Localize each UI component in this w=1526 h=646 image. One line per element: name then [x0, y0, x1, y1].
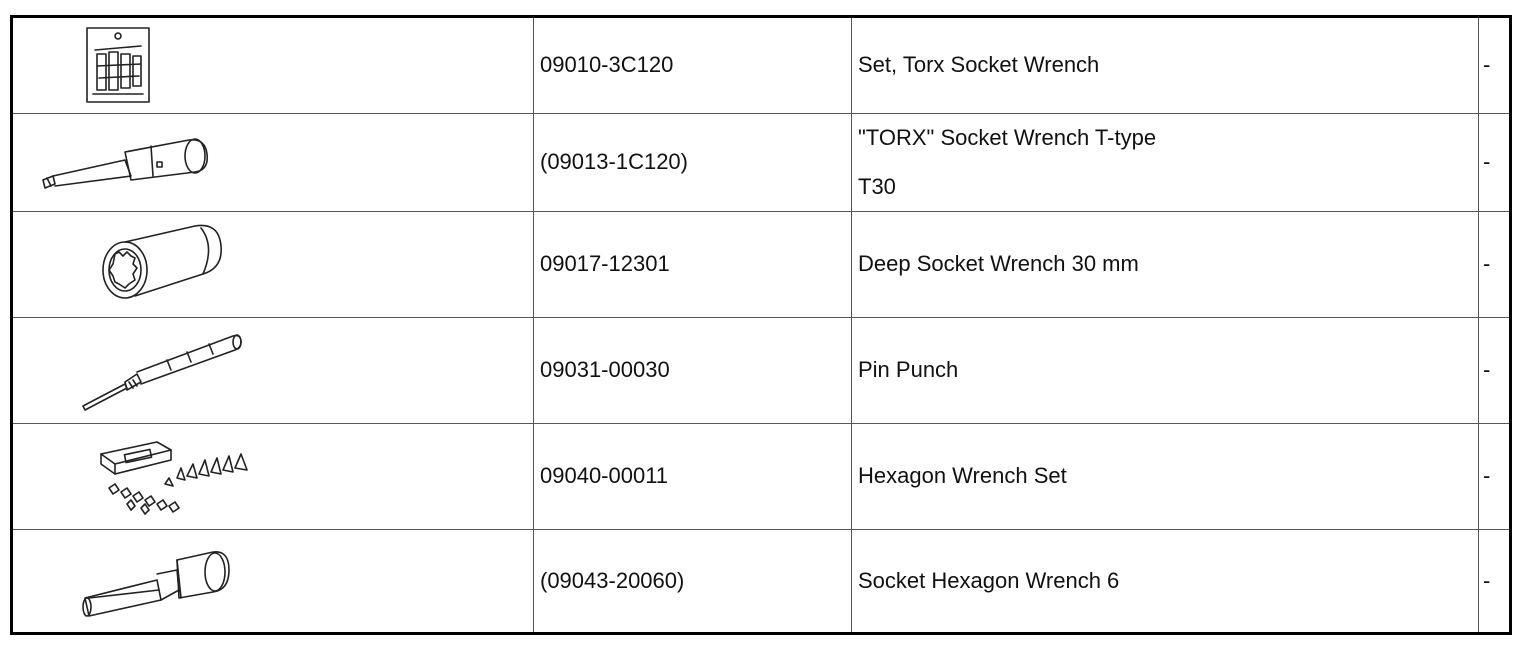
tool-name: Deep Socket Wrench 30 mm [858, 251, 1139, 277]
illustration-cell [13, 212, 534, 317]
tool-name-cell: Deep Socket Wrench 30 mm [852, 212, 1479, 317]
illustration-cell [13, 424, 534, 529]
torx-socket-t-type-icon [42, 138, 209, 189]
table-row: (09043-20060) Socket Hexagon Wrench 6 - [13, 530, 1509, 632]
table-row: 09031-00030 Pin Punch - [13, 318, 1509, 424]
note: - [1483, 52, 1491, 78]
tool-name: Pin Punch [858, 357, 959, 383]
torx-socket-set-icon [86, 27, 150, 103]
note-cell: - [1479, 530, 1509, 632]
special-tools-table: 09010-3C120 Set, Torx Socket Wrench - (0… [10, 15, 1512, 635]
table-row: 09040-00011 Hexagon Wrench Set - [13, 424, 1509, 530]
tool-name-size: T30 [858, 173, 896, 199]
tool-name-cell: Socket Hexagon Wrench 6 [852, 530, 1479, 632]
note: - [1483, 463, 1491, 489]
pin-punch-icon [82, 334, 242, 411]
part-number-cell: 09010-3C120 [534, 18, 852, 113]
socket-hexagon-wrench-icon [82, 551, 230, 617]
part-number: 09040-00011 [540, 463, 669, 489]
note: - [1483, 567, 1491, 593]
table-row: (09013-1C120) "TORX" Socket Wrench T-typ… [13, 114, 1509, 212]
illustration-cell [13, 114, 534, 211]
note-cell: - [1479, 114, 1509, 211]
part-number-cell: (09043-20060) [534, 530, 852, 632]
part-number-cell: 09031-00030 [534, 318, 852, 423]
tool-name-cell: Pin Punch [852, 318, 1479, 423]
part-number-cell: 09017-12301 [534, 212, 852, 317]
part-number: (09013-1C120) [540, 149, 688, 175]
note-cell: - [1479, 18, 1509, 113]
part-number: (09043-20060) [540, 567, 685, 593]
note-cell: - [1479, 318, 1509, 423]
illustration-cell [13, 530, 534, 632]
tool-name: "TORX" Socket Wrench T-type [858, 124, 1157, 150]
part-number: 09017-12301 [540, 251, 670, 277]
part-number: 09010-3C120 [540, 52, 674, 78]
tool-name-cell: "TORX" Socket Wrench T-type T30 [852, 114, 1479, 211]
hexagon-wrench-set-icon [100, 441, 248, 515]
tool-name: Socket Hexagon Wrench 6 [858, 567, 1120, 593]
table-row: 09017-12301 Deep Socket Wrench 30 mm - [13, 212, 1509, 318]
table-row: 09010-3C120 Set, Torx Socket Wrench - [13, 18, 1509, 114]
illustration-cell [13, 18, 534, 113]
tool-name: Set, Torx Socket Wrench [858, 52, 1100, 78]
note: - [1483, 149, 1491, 175]
note-cell: - [1479, 212, 1509, 317]
tool-name-cell: Set, Torx Socket Wrench [852, 18, 1479, 113]
illustration-cell [13, 318, 534, 423]
tool-name: Hexagon Wrench Set [858, 463, 1067, 489]
part-number-cell: (09013-1C120) [534, 114, 852, 211]
tool-name-cell: Hexagon Wrench Set [852, 424, 1479, 529]
note: - [1483, 357, 1491, 383]
part-number: 09031-00030 [540, 357, 670, 383]
note-cell: - [1479, 424, 1509, 529]
note: - [1483, 251, 1491, 277]
deep-socket-icon [102, 224, 222, 299]
part-number-cell: 09040-00011 [534, 424, 852, 529]
